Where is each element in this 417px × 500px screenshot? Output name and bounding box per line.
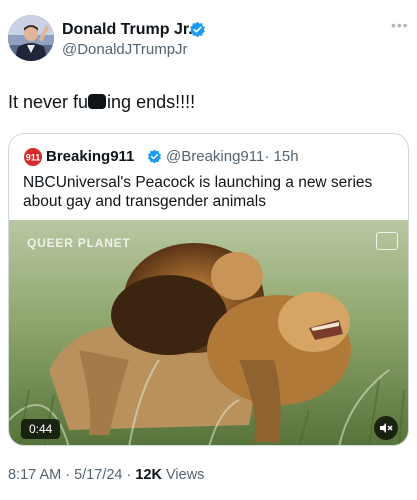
quoted-text: NBCUniversal's Peacock is launching a ne… bbox=[23, 174, 373, 210]
views-count: 12K bbox=[135, 467, 162, 483]
quoted-video[interactable]: QUEER PLANET 0:44 bbox=[9, 220, 408, 445]
tweet-card[interactable]: Donald Trump Jr. @DonaldJTrumpJr ••• It … bbox=[0, 0, 417, 500]
mute-glyph bbox=[380, 423, 393, 433]
tweet-text-end: ing ends!!!! bbox=[107, 92, 196, 112]
logo-text: 911 bbox=[26, 153, 41, 163]
author-name[interactable]: Donald Trump Jr. bbox=[62, 20, 193, 40]
tweet-date[interactable]: 5/17/24 bbox=[74, 467, 122, 483]
breaking911-logo-icon: 911 bbox=[24, 148, 42, 166]
lion-video-frame bbox=[9, 220, 408, 445]
tweet-meta: 8:17 AM · 5/17/24 · 12K Views bbox=[8, 465, 204, 485]
verified-badge-icon bbox=[190, 21, 205, 38]
tweet-text-start: It never fu bbox=[8, 92, 89, 112]
quoted-tweet[interactable]: 911 Breaking911 @Breaking911· 15h NBCUni… bbox=[8, 133, 409, 446]
quoted-handle: @Breaking911 bbox=[166, 148, 265, 165]
quoted-handle-time[interactable]: @Breaking911· 15h bbox=[166, 148, 299, 166]
quoted-time: · 15h bbox=[264, 148, 299, 165]
mute-icon[interactable] bbox=[374, 416, 398, 440]
quoted-verified-badge-icon bbox=[147, 149, 162, 164]
quoted-author-name[interactable]: Breaking911 bbox=[46, 148, 134, 166]
author-handle[interactable]: @DonaldJTrumpJr bbox=[62, 40, 188, 60]
avatar[interactable] bbox=[8, 15, 54, 61]
views-label: Views bbox=[166, 467, 205, 483]
meta-sep-1: · bbox=[61, 467, 75, 483]
video-watermark: QUEER PLANET bbox=[27, 236, 131, 250]
tweet-text: It never fu ing ends!!!! bbox=[8, 91, 195, 113]
media-settings-icon[interactable] bbox=[376, 232, 398, 250]
meta-sep-2: · bbox=[122, 467, 136, 483]
more-icon[interactable]: ••• bbox=[391, 18, 411, 32]
video-duration: 0:44 bbox=[21, 419, 61, 439]
tweet-time[interactable]: 8:17 AM bbox=[8, 467, 61, 483]
redaction-mark bbox=[88, 94, 107, 109]
avatar-image bbox=[8, 15, 54, 61]
